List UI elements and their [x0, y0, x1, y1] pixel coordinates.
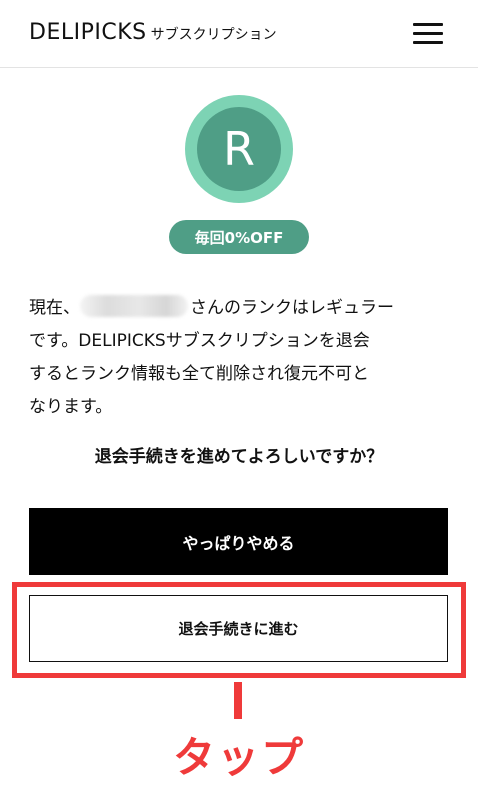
discount-badge: 毎回0%OFF — [169, 220, 309, 254]
proceed-withdrawal-button[interactable]: 退会手続きに進む — [29, 595, 448, 662]
logo-wordmark: DELIPICKS — [29, 20, 147, 45]
withdrawal-message: 現在、 さんのランクはレギュラー です。DELIPICKSサブスクリプションを退会… — [29, 292, 449, 424]
blurred-username — [80, 295, 188, 317]
rank-avatar: R — [185, 95, 293, 203]
message-prefix: 現在、 — [29, 298, 80, 318]
tap-annotation: タップ — [172, 733, 305, 782]
message-suffix: さんのランクはレギュラー — [190, 298, 394, 318]
app-header: DELIPICKS サブスクリプション — [0, 0, 478, 68]
logo[interactable]: DELIPICKS サブスクリプション — [29, 20, 277, 45]
menu-bar — [413, 41, 443, 44]
rank-letter: R — [197, 107, 281, 191]
menu-bar — [413, 23, 443, 26]
message-line: 現在、 さんのランクはレギュラー — [29, 292, 449, 325]
confirmation-question: 退会手続きを進めてよろしいですか？ — [94, 447, 384, 467]
cancel-withdrawal-button[interactable]: やっぱりやめる — [29, 508, 448, 575]
message-line: なります。 — [29, 397, 113, 417]
menu-bar — [413, 32, 443, 35]
logo-subtitle: サブスクリプション — [150, 27, 277, 43]
pointer-line — [234, 682, 242, 719]
message-line: です。DELIPICKSサブスクリプションを退会 — [29, 331, 370, 351]
message-line: するとランク情報も全て削除され復元不可と — [29, 364, 369, 384]
hamburger-menu-icon[interactable] — [413, 23, 443, 45]
